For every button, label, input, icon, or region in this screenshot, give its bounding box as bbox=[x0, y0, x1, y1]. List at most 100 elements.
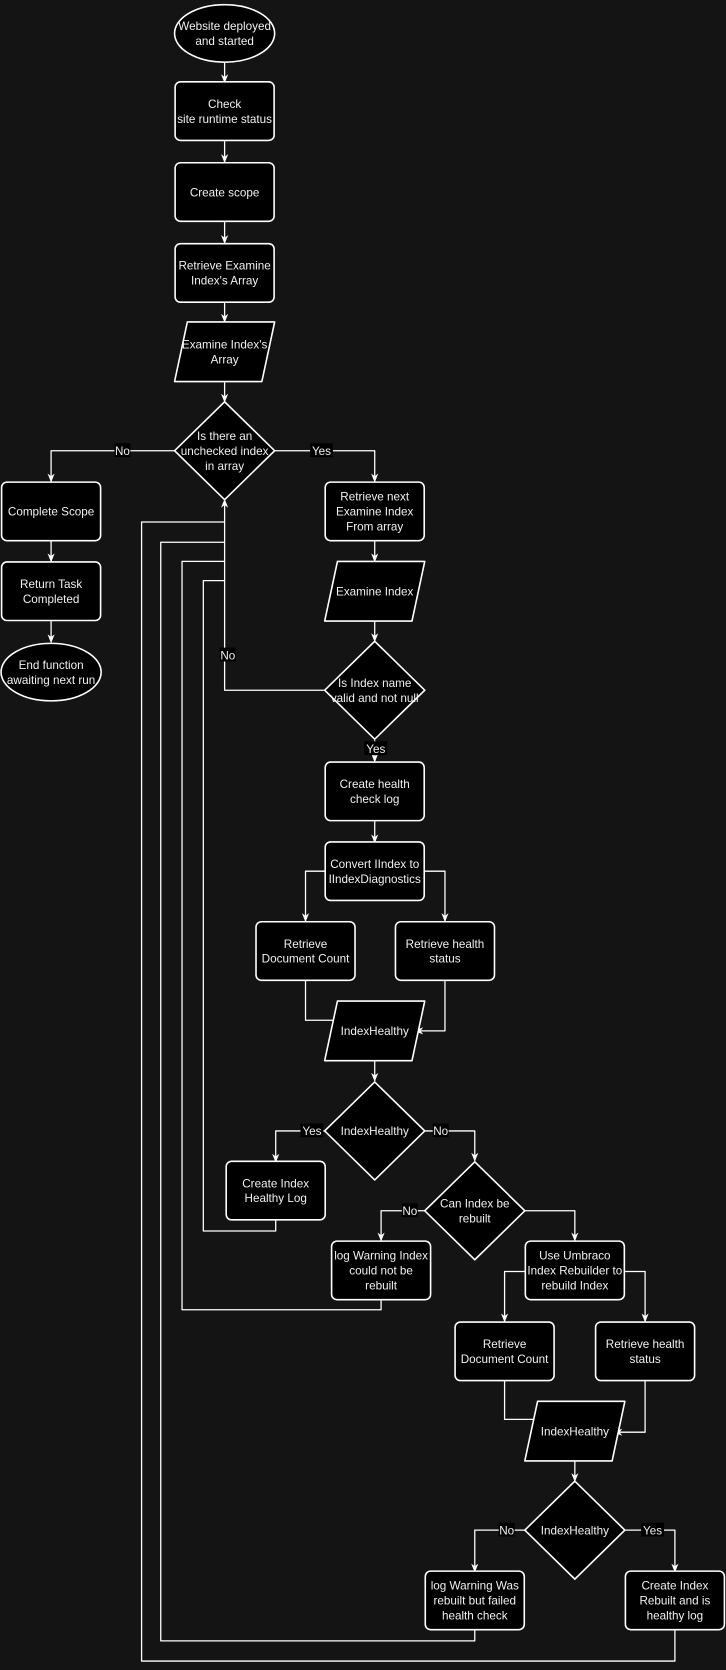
node-label: Convert IIndex to bbox=[330, 858, 420, 871]
edge-label-d3-no: No bbox=[433, 1125, 448, 1138]
node-label: Use Umbraco bbox=[539, 1250, 611, 1263]
node-label: Retrieve bbox=[483, 1338, 527, 1351]
node-hh1: IndexHealthy bbox=[323, 1000, 426, 1062]
node-label: check log bbox=[350, 793, 399, 806]
node-label: Examine Index bbox=[336, 585, 413, 598]
node-label: Retrieve bbox=[284, 938, 328, 951]
node-retrieve-array: Retrieve Examine Index's Array bbox=[174, 242, 275, 304]
node-label: Return Task bbox=[20, 578, 82, 591]
process-box bbox=[174, 242, 275, 304]
node-label: rebuild Index bbox=[541, 1280, 608, 1293]
node-warn1: log Warning Index could not be rebuilt bbox=[330, 1240, 432, 1301]
terminal-ellipse bbox=[0, 642, 102, 702]
node-label: Complete Scope bbox=[8, 506, 94, 519]
node-label: awaiting next run bbox=[7, 674, 95, 687]
node-label: End function bbox=[19, 659, 84, 672]
node-label: Retrieve health bbox=[606, 1338, 685, 1351]
node-label: Check bbox=[208, 98, 241, 111]
node-label: Document Count bbox=[461, 1353, 549, 1366]
edge-label-d2-no: No bbox=[220, 649, 235, 662]
node-label: Completed bbox=[23, 593, 80, 606]
node-check: Check site runtime status bbox=[174, 81, 275, 142]
node-hh2: IndexHealthy bbox=[524, 1400, 626, 1462]
node-complete: Complete Scope bbox=[0, 481, 102, 542]
node-label: Create health bbox=[340, 778, 410, 791]
process-box bbox=[255, 920, 356, 982]
edge-label-d1-yes: Yes bbox=[312, 445, 331, 458]
edge-label-d5-yes: Yes bbox=[643, 1524, 662, 1537]
node-label: Examine Index bbox=[336, 506, 413, 519]
node-stat1: Retrieve health status bbox=[394, 920, 496, 982]
node-healthy-log: Create Index Healthy Log bbox=[225, 1160, 327, 1221]
node-label: Create Index bbox=[242, 1177, 309, 1190]
node-array-io: Examine Index'sArray bbox=[173, 321, 276, 383]
node-doc2: Retrieve Document Count bbox=[454, 1321, 555, 1382]
node-label: Document Count bbox=[262, 953, 350, 966]
process-box bbox=[174, 81, 275, 142]
process-box bbox=[0, 561, 102, 622]
node-doc1: Retrieve Document Count bbox=[255, 920, 356, 982]
node-convert: Convert IIndex to IIndexDiagnostics bbox=[324, 841, 426, 902]
node-end: End function awaiting next run bbox=[0, 642, 102, 702]
node-label: IndexHealthy bbox=[541, 1425, 609, 1438]
node-label: log Warning Was bbox=[431, 1580, 519, 1593]
terminal-ellipse bbox=[173, 3, 276, 63]
process-box bbox=[394, 920, 496, 982]
node-label: Create scope bbox=[190, 186, 260, 199]
node-label: rebuilt bbox=[459, 1212, 492, 1225]
edge-label-d5-no: No bbox=[499, 1524, 514, 1537]
node-label: Examine Index's bbox=[182, 339, 268, 352]
node-retrieve-next: Retrieve next Examine Index From array bbox=[324, 481, 426, 542]
node-label: rebuilt bbox=[365, 1280, 398, 1293]
node-label: Retrieve Examine bbox=[178, 260, 270, 273]
node-label: Retrieve health bbox=[406, 938, 485, 951]
node-rebuild: Use Umbraco Index Rebuilder to rebuild Ind… bbox=[524, 1240, 626, 1301]
process-box bbox=[594, 1321, 696, 1382]
node-label: rebuilt but failed bbox=[434, 1595, 517, 1608]
process-box bbox=[225, 1160, 327, 1221]
node-label: Create Index bbox=[641, 1580, 708, 1593]
node-scope: Create scope bbox=[174, 161, 275, 223]
node-health-log: Create health check log bbox=[324, 761, 426, 822]
node-rebuilt-log: Create Index Rebuilt and is healthy log bbox=[624, 1570, 726, 1631]
node-label: healthy log bbox=[647, 1610, 704, 1623]
node-label: IndexHealthy bbox=[341, 1025, 409, 1038]
node-label: IndexHealthy bbox=[541, 1524, 609, 1537]
edge-label-d2-yes: Yes bbox=[366, 743, 385, 756]
process-box bbox=[454, 1321, 555, 1382]
node-label: Index's Array bbox=[191, 275, 258, 288]
node-label: Array bbox=[211, 353, 239, 366]
node-label: Rebuilt and is bbox=[639, 1595, 710, 1608]
node-label: Website deployed bbox=[178, 20, 271, 33]
edge-label-d1-no: No bbox=[115, 445, 130, 458]
node-label: Is Index name bbox=[338, 677, 411, 690]
node-label: Retrieve next bbox=[340, 491, 410, 504]
node-label: IndexHealthy bbox=[341, 1125, 409, 1138]
node-label: From array bbox=[346, 521, 403, 534]
node-label: valid and not null bbox=[331, 692, 419, 705]
node-warn2: log Warning Was rebuilt but failed health … bbox=[424, 1570, 526, 1631]
node-label: unchecked index bbox=[181, 445, 269, 458]
node-stat2: Retrieve health status bbox=[594, 1321, 696, 1382]
node-index-io: Examine Index bbox=[323, 560, 426, 622]
node-label: in array bbox=[205, 460, 244, 473]
node-return: Return Task Completed bbox=[0, 561, 102, 622]
flowchart: Website deployed and started Check site run… bbox=[0, 0, 726, 1670]
node-label: status bbox=[630, 1353, 661, 1366]
node-start: Website deployed and started bbox=[173, 3, 276, 63]
node-label: Index Rebuilder to bbox=[527, 1265, 622, 1278]
node-label: Healthy Log bbox=[245, 1192, 307, 1205]
edge-label-d4-no: No bbox=[402, 1205, 417, 1218]
node-label: log Warning Index bbox=[334, 1250, 428, 1263]
node-label: Is there an bbox=[197, 430, 252, 443]
node-label: status bbox=[429, 953, 460, 966]
node-label: and started bbox=[195, 35, 253, 48]
node-label: IIndexDiagnostics bbox=[329, 873, 421, 886]
node-label: health check bbox=[442, 1610, 508, 1623]
process-box bbox=[324, 841, 426, 902]
node-label: site runtime status bbox=[177, 113, 272, 126]
node-label: Can Index be bbox=[440, 1198, 510, 1211]
node-label: could not be bbox=[349, 1265, 413, 1278]
process-box bbox=[324, 761, 426, 822]
data-parallelogram bbox=[173, 321, 276, 383]
